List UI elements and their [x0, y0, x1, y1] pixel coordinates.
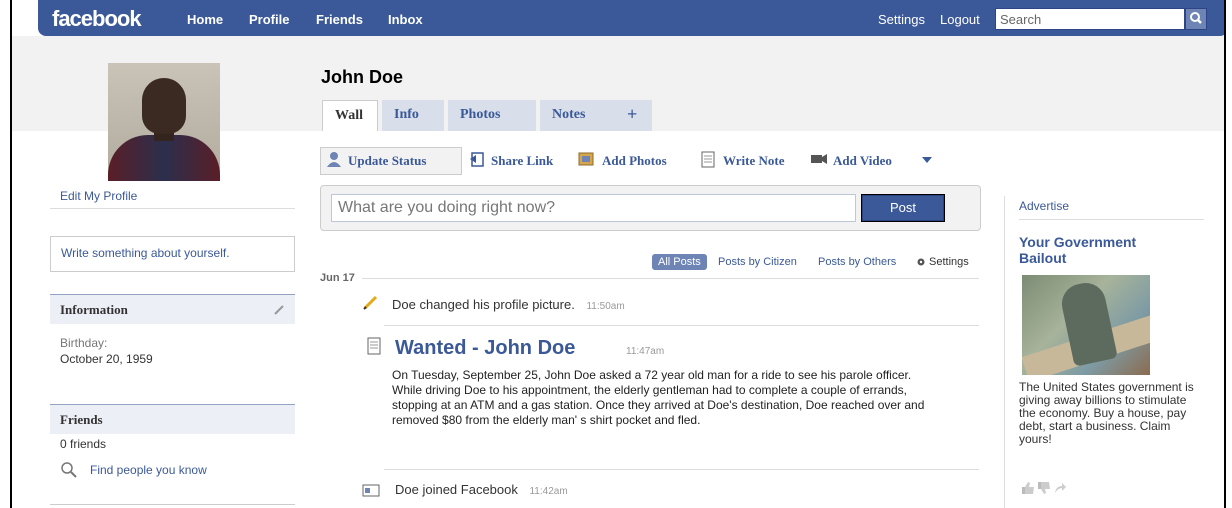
thumbs-down-icon[interactable]	[1037, 481, 1051, 495]
search-icon	[1190, 12, 1202, 24]
status-input[interactable]: What are you doing right now?	[331, 194, 856, 222]
story-joined-text: Doe joined Facebook	[395, 482, 518, 497]
settings-link[interactable]: Settings	[878, 12, 925, 27]
nav-friends[interactable]: Friends	[316, 12, 363, 27]
photo-shoulders	[108, 135, 220, 181]
profile-name: John Doe	[321, 67, 404, 87]
information-box: Information Birthday: October 20, 1959	[50, 294, 295, 366]
filter-settings[interactable]: Settings	[929, 256, 969, 268]
note-body: On Tuesday, September 25, John Doe asked…	[392, 368, 925, 427]
about-yourself-box[interactable]: Write something about yourself.	[50, 236, 295, 272]
tab-wall[interactable]: Wall	[322, 100, 378, 131]
facebook-logo[interactable]: facebook	[52, 6, 142, 32]
note-story-icon	[367, 337, 381, 355]
top-bar: facebook Home Profile Friends Inbox Sett…	[38, 0, 1224, 36]
find-people-link[interactable]: Find people you know	[50, 451, 295, 478]
update-status-label: Update Status	[348, 153, 427, 168]
thumbs-up-icon[interactable]	[1021, 481, 1035, 495]
advertise-link[interactable]: Advertise	[1019, 199, 1069, 213]
feed-divider-1	[384, 325, 979, 326]
status-composer: What are you doing right now? Post	[320, 185, 981, 231]
ad-header-divider	[1019, 219, 1204, 220]
ad-column-divider	[1004, 196, 1005, 508]
filter-posts-by-citizen[interactable]: Posts by Citizen	[718, 256, 797, 268]
note-time: 11:47am	[626, 346, 665, 357]
share-link-button[interactable]: Share Link	[491, 153, 553, 169]
gear-icon	[917, 258, 925, 266]
filter-posts-by-others[interactable]: Posts by Others	[818, 256, 896, 268]
post-button[interactable]: Post	[861, 194, 945, 222]
story-joined-time: 11:42am	[529, 486, 568, 497]
search-input[interactable]: Search	[995, 8, 1185, 30]
information-header: Information	[50, 294, 295, 324]
story-profile-picture: Doe changed his profile picture. 11:50am	[392, 297, 625, 312]
friends-box: Friends 0 friends Find people you know	[50, 404, 295, 478]
tab-notes[interactable]: Notes	[540, 100, 616, 131]
feed-divider-2	[384, 469, 979, 470]
edit-profile-link[interactable]: Edit My Profile	[50, 189, 295, 209]
pencil-icon[interactable]	[273, 304, 285, 316]
birthday-label: Birthday:	[60, 336, 108, 350]
sidebar-divider	[50, 504, 295, 505]
tab-photos[interactable]: Photos	[448, 100, 536, 131]
note-icon	[701, 151, 715, 168]
filter-all-posts[interactable]: All Posts	[652, 254, 707, 270]
ad-body: The United States government is giving a…	[1019, 380, 1194, 446]
photo-icon	[578, 152, 594, 166]
search-button[interactable]	[1185, 8, 1207, 30]
profile-photo[interactable]	[108, 63, 220, 181]
story-profile-picture-time: 11:50am	[586, 301, 625, 312]
logout-link[interactable]: Logout	[940, 12, 980, 27]
birthday-value: October 20, 1959	[60, 352, 153, 366]
find-people-text: Find people you know	[90, 463, 207, 477]
feed-date: Jun 17	[320, 272, 355, 284]
share-arrow-icon[interactable]	[1053, 481, 1067, 495]
friends-header[interactable]: Friends	[50, 404, 295, 434]
nav-profile[interactable]: Profile	[249, 12, 289, 27]
ad-image[interactable]	[1022, 275, 1150, 375]
video-icon	[811, 154, 827, 164]
date-divider	[362, 278, 979, 279]
nav-home[interactable]: Home	[187, 12, 223, 27]
user-icon	[327, 152, 341, 167]
write-note-button[interactable]: Write Note	[723, 153, 784, 169]
tab-info[interactable]: Info	[382, 100, 444, 131]
ad-title[interactable]: Your Government Bailout	[1019, 234, 1179, 266]
nav-inbox[interactable]: Inbox	[388, 12, 423, 27]
note-title-link[interactable]: Wanted - John Doe	[395, 337, 575, 360]
friends-count: 0 friends	[60, 437, 107, 451]
add-photos-button[interactable]: Add Photos	[602, 153, 667, 169]
information-title: Information	[60, 302, 128, 317]
tab-add[interactable]: +	[616, 100, 652, 131]
add-video-button[interactable]: Add Video	[833, 153, 892, 169]
photo-head	[142, 78, 186, 134]
magnifier-icon	[61, 462, 77, 478]
pencil-profile-icon	[363, 295, 378, 310]
story-profile-picture-text: Doe changed his profile picture.	[392, 297, 575, 312]
facebook-join-icon	[362, 484, 380, 497]
story-joined: Doe joined Facebook 11:42am	[395, 482, 568, 497]
chevron-down-icon[interactable]	[921, 155, 933, 165]
page-frame: facebook Home Profile Friends Inbox Sett…	[10, 0, 1226, 508]
share-link-icon	[470, 152, 484, 167]
